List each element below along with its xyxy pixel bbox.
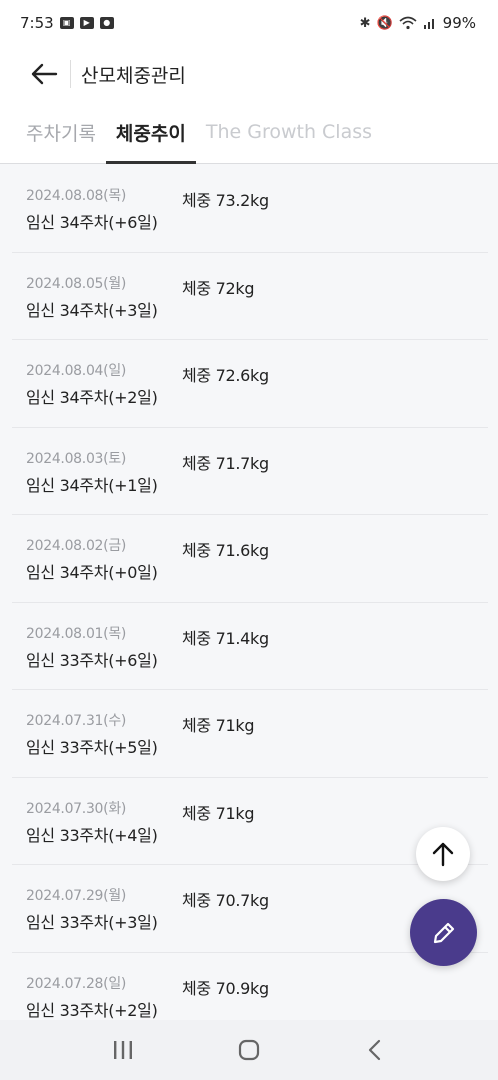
list-item[interactable]: 2024.08.08(목) 임신 34주차(+6일) 체중 73.2kg [12,165,488,253]
record-week: 임신 33주차(+6일) [26,650,158,670]
record-date: 2024.08.04(일) [26,363,127,379]
signal-icon [423,19,434,29]
wifi-icon [399,16,417,30]
record-week: 임신 34주차(+1일) [26,475,158,495]
page-title: 산모체중관리 [81,64,186,87]
record-week: 임신 34주차(+6일) [26,213,158,232]
app-header: 산모체중관리 [0,46,498,102]
record-date: 2024.08.05(월) [26,275,127,292]
gallery-icon: ▣ [59,17,74,29]
record-weight: 체중 70.7kg [182,891,269,910]
list-item[interactable]: 2024.08.01(목) 임신 33주차(+6일) 체중 71.4kg [12,603,488,690]
record-week: 임신 33주차(+5일) [26,738,158,757]
list-item[interactable]: 2024.08.03(토) 임신 34주차(+1일) 체중 71.7kg [12,428,488,515]
pencil-icon [433,922,454,943]
record-weight: 체중 71.6kg [182,541,269,560]
back-nav-button[interactable] [350,1030,400,1070]
record-weight: 체중 73.2kg [182,191,269,210]
youtube-icon: ▶ [79,17,94,29]
talk-icon: ● [99,17,114,29]
record-date: 2024.08.03(토) [26,450,127,467]
record-weight: 체중 71kg [182,716,255,735]
record-date: 2024.07.28(일) [26,975,127,992]
system-nav-bar [0,1020,498,1080]
bluetooth-icon: ✱ [359,15,371,31]
list-item[interactable]: 2024.07.31(수) 임신 33주차(+5일) 체중 71kg [12,690,488,778]
recent-apps-button[interactable] [98,1030,148,1070]
list-item[interactable]: 2024.08.02(금) 임신 34주차(+0일) 체중 71.6kg [12,515,488,603]
status-right: ✱ 🔇 99% [360,14,476,32]
record-weight: 체중 70.9kg [182,978,269,998]
record-weight: 체중 72.6kg [182,366,269,385]
battery-level: 99% [442,14,476,32]
record-week: 임신 33주차(+3일) [26,913,158,932]
record-week: 임신 34주차(+2일) [26,388,158,407]
back-button[interactable] [18,46,70,102]
tab-weekly-record[interactable]: 주차기록 [16,101,106,163]
record-date: 2024.07.29(월) [26,888,127,904]
record-weight: 체중 72kg [182,278,255,298]
record-date: 2024.08.02(금) [26,538,127,554]
record-week: 임신 33주차(+4일) [26,825,158,845]
mute-icon: 🔇 [376,15,393,31]
tab-weight-trend[interactable]: 체중추이 [105,101,196,164]
list-item[interactable]: 2024.07.28(일) 임신 33주차(+2일) 체중 70.9kg [12,953,488,1021]
scroll-to-top-button[interactable] [416,827,470,881]
home-button[interactable] [224,1030,274,1070]
record-weight: 체중 71kg [182,803,255,823]
record-date: 2024.08.01(목) [26,625,127,642]
header-divider [70,60,71,88]
tab-growth-class[interactable]: The Growth Class [196,101,382,163]
home-icon [238,1039,260,1061]
status-bar: 7:53 ▣ ▶ ● ✱ 🔇 99% [0,0,498,46]
record-date: 2024.07.30(화) [26,800,127,817]
record-week: 임신 33주차(+2일) [26,1000,158,1020]
list-item[interactable]: 2024.08.04(일) 임신 34주차(+2일) 체중 72.6kg [12,340,488,428]
record-date: 2024.07.31(수) [26,713,127,729]
list-item[interactable]: 2024.08.05(월) 임신 34주차(+3일) 체중 72kg [12,253,488,340]
recent-apps-icon [114,1041,132,1059]
add-record-button[interactable] [410,899,477,966]
record-weight: 체중 71.4kg [182,628,269,648]
record-weight: 체중 71.7kg [182,453,269,473]
status-time: 7:53 [20,14,54,32]
weight-record-list[interactable]: 2024.08.08(목) 임신 34주차(+6일) 체중 73.2kg 202… [0,165,498,1020]
status-left: 7:53 ▣ ▶ ● [20,14,114,32]
arrow-up-icon [432,842,454,867]
chevron-left-icon [368,1039,381,1061]
tab-bar: 주차기록 체중추이 The Growth Class [0,102,498,164]
record-week: 임신 34주차(+3일) [26,300,158,320]
arrow-left-icon [31,63,58,85]
record-week: 임신 34주차(+0일) [26,563,158,582]
record-date: 2024.08.08(목) [26,188,127,204]
